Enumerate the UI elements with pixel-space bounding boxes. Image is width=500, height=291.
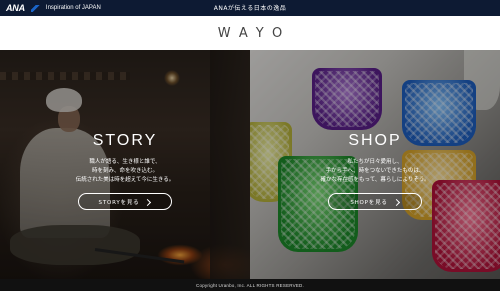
chevron-right-icon bbox=[394, 199, 400, 205]
story-line: 伝統された美は時を超えて今に生きる。 bbox=[75, 177, 175, 183]
shop-text: 私たちが日々愛用し、 手から手へ、時をつないできたものは、 確かな存在感をもって… bbox=[250, 158, 500, 185]
site-brand[interactable]: WAYO bbox=[209, 26, 292, 41]
chevron-right-icon bbox=[145, 199, 151, 205]
story-title: STORY bbox=[92, 132, 158, 149]
shop-line: 私たちが日々愛用し、 bbox=[347, 159, 403, 165]
story-line: 職人が語る、生き様と誰で、 bbox=[89, 159, 161, 165]
shop-content: SHOP 私たちが日々愛用し、 手から手へ、時をつないできたものは、 確かな存在… bbox=[250, 50, 500, 279]
shop-button-label: SHOPを見る bbox=[350, 199, 388, 206]
story-panel[interactable]: STORY 職人が語る、生き様と誰で、 時を刻み、命を吹き込む。 伝統された美は… bbox=[0, 50, 250, 279]
shop-panel[interactable]: SHOP 私たちが日々愛用し、 手から手へ、時をつないできたものは、 確かな存在… bbox=[250, 50, 500, 279]
top-bar-title: ANAが伝える日本の逸品 bbox=[213, 5, 287, 12]
site-footer: Copyright Uranbo, Inc. ALL RIGHTS RESERV… bbox=[0, 279, 500, 291]
shop-line: 確かな存在感をもって、暮らしによりそう。 bbox=[320, 177, 430, 183]
story-line: 時を刻み、命を吹き込む。 bbox=[91, 168, 158, 174]
shop-title: SHOP bbox=[348, 132, 402, 149]
story-button-label: STORYを見る bbox=[98, 199, 140, 206]
story-content: STORY 職人が語る、生き様と誰で、 時を刻み、命を吹き込む。 伝統された美は… bbox=[0, 50, 250, 279]
site-header: WAYO bbox=[0, 16, 500, 50]
shop-button[interactable]: SHOPを見る bbox=[328, 193, 422, 210]
story-text: 職人が語る、生き様と誰で、 時を刻み、命を吹き込む。 伝統された美は時を超えて今… bbox=[0, 158, 250, 185]
shop-line: 手から手へ、時をつないできたものは、 bbox=[325, 168, 425, 174]
top-bar: ANA Inspiration of JAPAN ANAが伝える日本の逸品 bbox=[0, 0, 500, 16]
copyright-text: Copyright Uranbo, Inc. ALL RIGHTS RESERV… bbox=[196, 282, 304, 288]
story-button[interactable]: STORYを見る bbox=[78, 193, 172, 210]
